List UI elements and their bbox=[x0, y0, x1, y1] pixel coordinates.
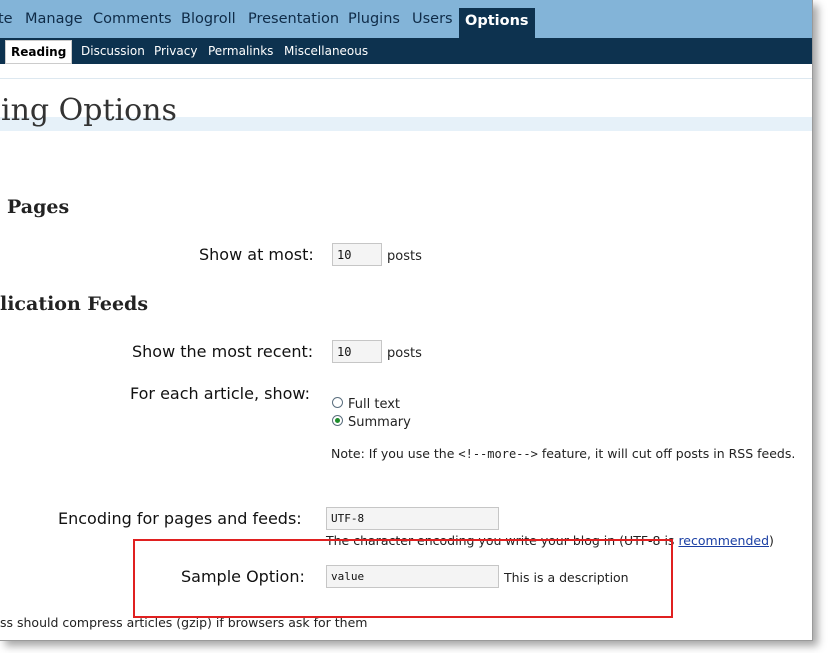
section-title-feeds: lication Feeds bbox=[0, 293, 149, 315]
full-text-radio[interactable] bbox=[332, 397, 343, 408]
options-submenu: Reading Discussion Privacy Permalinks Mi… bbox=[0, 38, 812, 64]
encoding-label: Encoding for pages and feeds: bbox=[58, 509, 302, 528]
menu-item-write[interactable]: te bbox=[0, 8, 13, 38]
encoding-desc-prefix: The character encoding you write your bl… bbox=[326, 533, 679, 548]
sample-option-input[interactable] bbox=[326, 565, 499, 588]
more-tag-code: <!--more--> bbox=[458, 447, 538, 461]
menu-item-manage[interactable]: Manage bbox=[25, 8, 83, 38]
content-divider bbox=[0, 78, 812, 79]
menu-item-blogroll[interactable]: Blogroll bbox=[181, 8, 236, 38]
feed-note: Note: If you use the <!--more--> feature… bbox=[331, 446, 795, 461]
browser-frame: te Manage Comments Blogroll Presentation… bbox=[0, 0, 813, 641]
menu-item-users[interactable]: Users bbox=[412, 8, 453, 38]
admin-menu: te Manage Comments Blogroll Presentation… bbox=[0, 0, 812, 39]
most-recent-unit: posts bbox=[387, 346, 422, 361]
recommended-link[interactable]: recommended bbox=[678, 533, 769, 548]
menu-item-presentation[interactable]: Presentation bbox=[248, 8, 339, 38]
most-recent-input[interactable] bbox=[332, 340, 382, 363]
submenu-item-discussion[interactable]: Discussion bbox=[81, 44, 145, 58]
sample-option-description: This is a description bbox=[504, 570, 629, 585]
article-show-label: For each article, show: bbox=[130, 384, 310, 403]
submenu-item-reading[interactable]: Reading bbox=[5, 40, 73, 64]
show-at-most-unit: posts bbox=[387, 249, 422, 264]
most-recent-label: Show the most recent: bbox=[132, 342, 314, 361]
summary-radio[interactable] bbox=[332, 415, 343, 426]
feed-note-suffix: feature, it will cut off posts in RSS fe… bbox=[537, 446, 796, 461]
submenu-item-privacy[interactable]: Privacy bbox=[154, 44, 197, 58]
gzip-option-text[interactable]: ss should compress articles (gzip) if br… bbox=[0, 615, 367, 630]
submenu-item-permalinks[interactable]: Permalinks bbox=[208, 44, 273, 58]
section-title-pages: Pages bbox=[7, 196, 70, 218]
show-at-most-input[interactable] bbox=[332, 243, 382, 266]
show-at-most-label: Show at most: bbox=[199, 245, 314, 264]
sample-option-label: Sample Option: bbox=[181, 567, 305, 586]
page: te Manage Comments Blogroll Presentation… bbox=[0, 0, 829, 653]
encoding-description: The character encoding you write your bl… bbox=[326, 533, 774, 548]
page-title: ing Options bbox=[1, 93, 177, 128]
menu-item-comments[interactable]: Comments bbox=[93, 8, 172, 38]
menu-item-options[interactable]: Options bbox=[459, 8, 535, 38]
summary-label[interactable]: Summary bbox=[348, 415, 411, 430]
feed-note-prefix: Note: If you use the bbox=[331, 446, 459, 461]
full-text-label[interactable]: Full text bbox=[348, 397, 400, 412]
submenu-item-miscellaneous[interactable]: Miscellaneous bbox=[284, 44, 368, 58]
encoding-desc-suffix: ) bbox=[769, 533, 774, 548]
menu-item-plugins[interactable]: Plugins bbox=[348, 8, 400, 38]
encoding-input[interactable] bbox=[326, 507, 499, 530]
